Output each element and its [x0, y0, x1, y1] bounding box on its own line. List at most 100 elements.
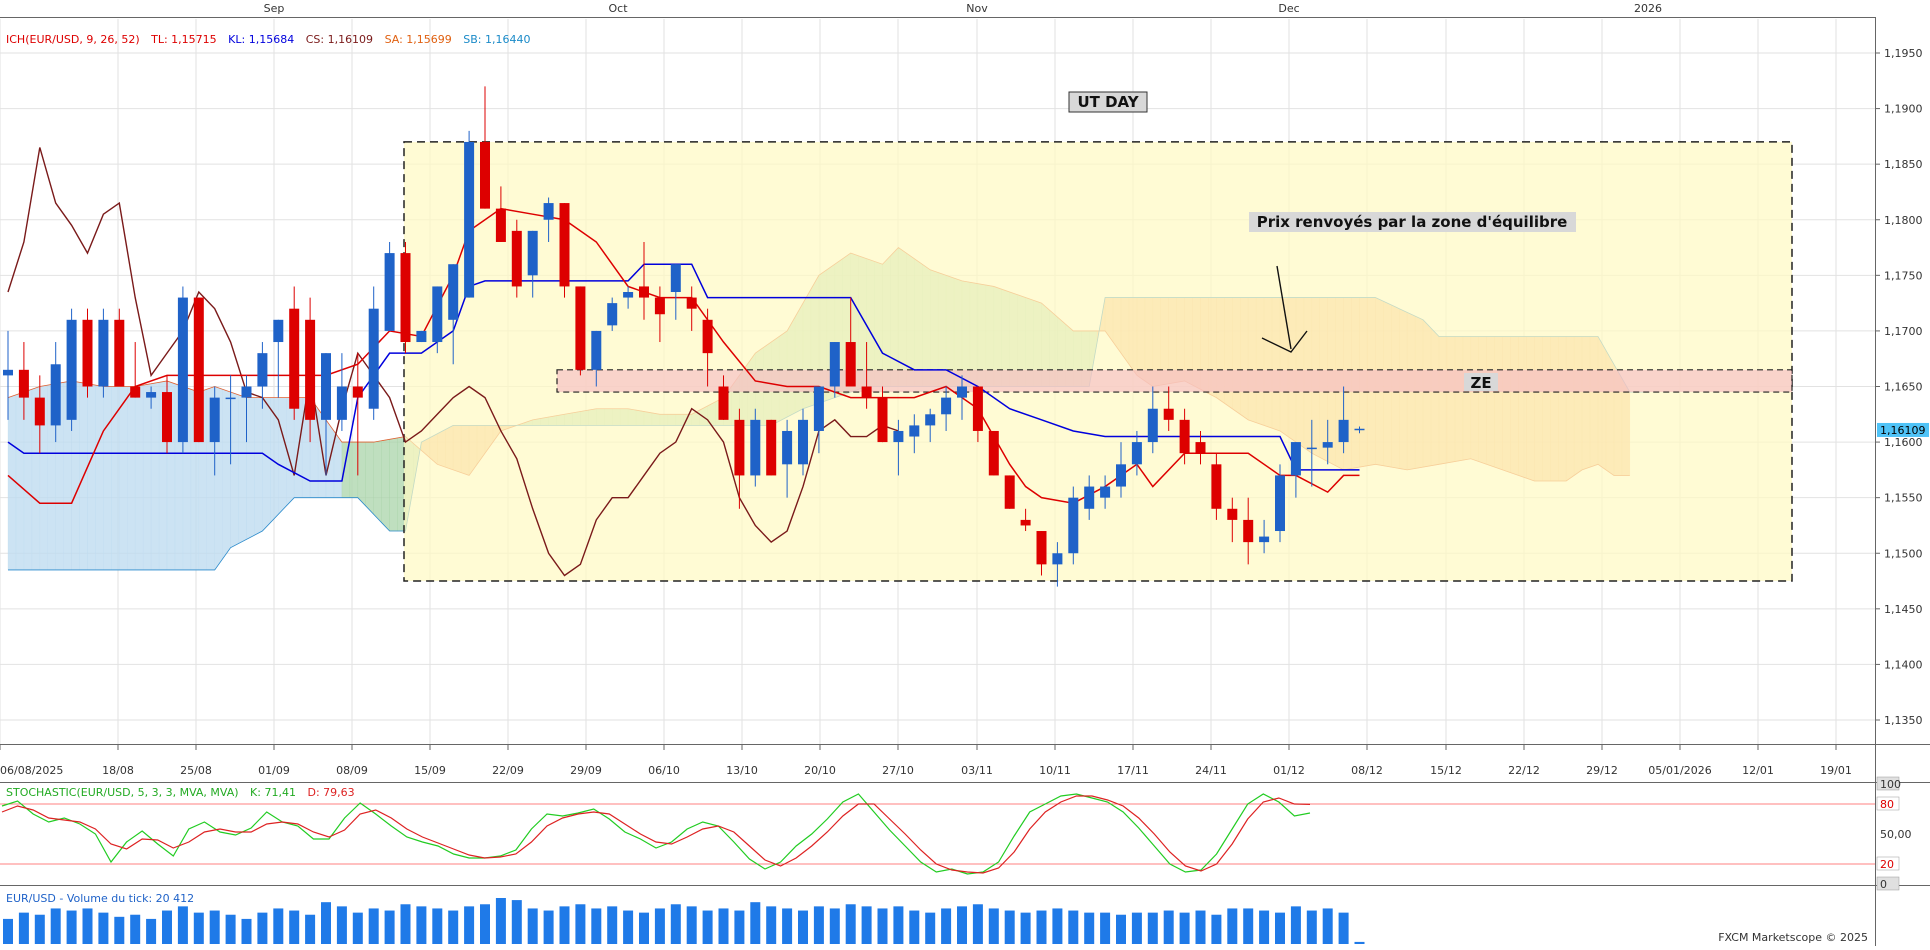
cloud-segment	[381, 439, 390, 532]
volume-bar	[305, 914, 316, 944]
date-tick-label: 29/09	[570, 764, 602, 777]
volume-bar	[1275, 912, 1285, 944]
candle-body	[50, 364, 61, 426]
candle-body	[1275, 475, 1285, 532]
stoch-legend-d: D: 79,63	[307, 786, 354, 799]
volume-bar	[686, 906, 697, 944]
volume-bar	[734, 910, 745, 944]
candle-body	[1084, 486, 1095, 509]
volume-bar	[416, 906, 427, 944]
candle-body	[813, 386, 824, 431]
candle-body	[750, 419, 761, 476]
candle-body	[654, 297, 665, 315]
candle-body	[34, 397, 45, 426]
date-tick-label: 17/11	[1117, 764, 1149, 777]
volume-bar	[98, 912, 109, 944]
candle-body	[384, 253, 395, 331]
volume-bar	[639, 912, 649, 944]
candle-body	[559, 203, 570, 287]
candle-body	[1354, 428, 1365, 431]
candle-body	[988, 430, 999, 476]
price-tick-label: 1,1450	[1884, 603, 1923, 616]
volume-bar	[1084, 912, 1095, 944]
volume-bar	[972, 904, 983, 944]
volume-bar	[114, 916, 125, 944]
volume-bar	[575, 904, 586, 944]
volume-bar	[623, 910, 634, 944]
consolidation-zone-box	[403, 141, 1793, 582]
volume-bar	[177, 906, 188, 944]
candle-body	[1227, 508, 1238, 520]
chart-root: Sep Oct Nov Dec 2026 UT DAY Prix renvoyés pa…	[0, 0, 1930, 946]
cloud-segment	[127, 386, 136, 571]
legend-sb: SB: 1,16440	[463, 33, 530, 46]
candle-body	[432, 286, 443, 343]
price-tick-label: 1,1550	[1884, 492, 1923, 505]
volume-bar	[1227, 908, 1238, 944]
volume-bar	[861, 906, 872, 944]
volume-bar	[591, 908, 602, 944]
volume-bar	[1179, 912, 1190, 944]
volume-bar	[146, 918, 157, 944]
volume-bar	[957, 906, 967, 944]
chart-svg: Sep Oct Nov Dec 2026 UT DAY Prix renvoyés pa…	[0, 0, 1930, 946]
legend-kl: KL: 1,15684	[228, 33, 294, 46]
date-tick-label: 22/12	[1508, 764, 1540, 777]
volume-bar	[1147, 912, 1158, 944]
candle-body	[1322, 442, 1333, 448]
candle-body	[162, 392, 172, 443]
volume-bar	[607, 906, 618, 944]
price-tick-label: 1,1800	[1884, 214, 1923, 227]
legend-cs: CS: 1,16109	[306, 33, 373, 46]
candle-body	[66, 319, 77, 420]
month-label: Nov	[966, 2, 988, 15]
candle-body	[1131, 442, 1142, 465]
month-label: Sep	[264, 2, 285, 15]
volume-bar	[400, 904, 411, 944]
volume-bar	[829, 908, 840, 944]
equilibrium-zone-box	[556, 369, 1793, 393]
volume-bar	[813, 906, 824, 944]
volume-bar	[1163, 910, 1174, 944]
candle-body	[877, 397, 888, 443]
stoch-tick-label: 20	[1880, 858, 1894, 871]
price-tick-label: 1,1750	[1884, 269, 1923, 282]
cloud-segment	[119, 386, 128, 571]
cloud-segment	[246, 397, 255, 540]
volume-bar	[1211, 914, 1222, 944]
volume-bar	[257, 912, 268, 944]
candle-body	[798, 419, 808, 465]
volume-bar	[66, 910, 77, 944]
volume-bar	[130, 914, 141, 944]
current-price-tag: 1,16109	[1877, 422, 1929, 437]
candle-body	[146, 392, 157, 398]
candle-body	[782, 430, 793, 465]
candle-body	[1020, 519, 1031, 526]
volume-bar	[464, 906, 475, 944]
candle-body	[1147, 408, 1158, 443]
volume-bar	[273, 908, 284, 944]
cloud-segment	[389, 437, 398, 532]
volume-bar	[321, 902, 331, 944]
volume-bar	[1306, 910, 1317, 944]
candle-body	[193, 297, 204, 443]
main-legend: ICH(EUR/USD, 9, 26, 52) TL: 1,15715 KL: …	[6, 33, 531, 46]
candle-body	[893, 430, 904, 443]
candle-body	[845, 342, 856, 387]
volume-bar	[336, 906, 347, 944]
candle-body	[766, 419, 777, 476]
volume-bar	[527, 908, 538, 944]
cloud-segment	[95, 384, 104, 571]
candle-body	[734, 419, 745, 476]
cloud-segment	[357, 441, 366, 507]
candle-body	[1290, 442, 1301, 476]
cloud-segment	[150, 382, 160, 571]
volume-bar	[34, 914, 45, 944]
cloud-segment	[142, 383, 152, 571]
candle-body	[305, 319, 316, 420]
candle-body	[702, 319, 713, 354]
price-tick-label: 1,1600	[1884, 436, 1923, 449]
candle-body	[718, 386, 729, 420]
volume-bar	[368, 908, 379, 944]
candle-body	[941, 397, 952, 415]
